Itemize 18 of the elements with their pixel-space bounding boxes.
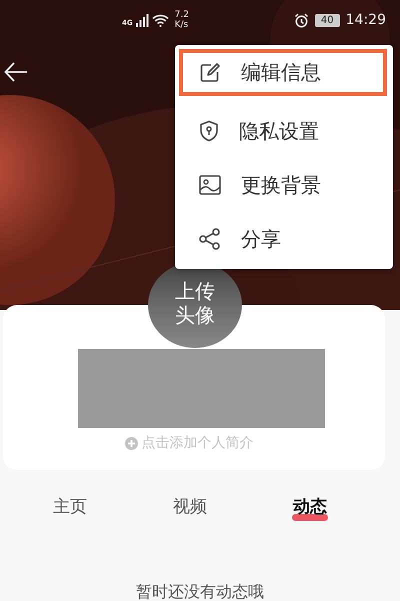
edit-icon xyxy=(199,62,221,84)
wifi-icon xyxy=(152,14,169,26)
menu-item[interactable]: 编辑信息 xyxy=(179,49,387,96)
speed-unit: K/s xyxy=(174,20,189,30)
menu-item[interactable]: 隐私设置 xyxy=(179,104,387,158)
back-arrow-icon[interactable] xyxy=(4,62,28,82)
alarm-icon xyxy=(294,12,309,28)
clock: 14:29 xyxy=(346,12,386,28)
tab[interactable]: 动态 xyxy=(293,495,327,522)
shield-icon xyxy=(199,120,219,142)
image-icon xyxy=(199,175,221,195)
menu-item[interactable]: 更换背景 xyxy=(179,158,387,212)
tab[interactable]: 视频 xyxy=(173,495,207,522)
speed-value: 7.2 xyxy=(174,10,189,20)
empty-message: 暂时还没有动态哦 xyxy=(135,582,265,601)
share-icon xyxy=(199,228,221,250)
tab[interactable]: 主页 xyxy=(53,495,87,522)
signal-icon xyxy=(136,14,149,26)
